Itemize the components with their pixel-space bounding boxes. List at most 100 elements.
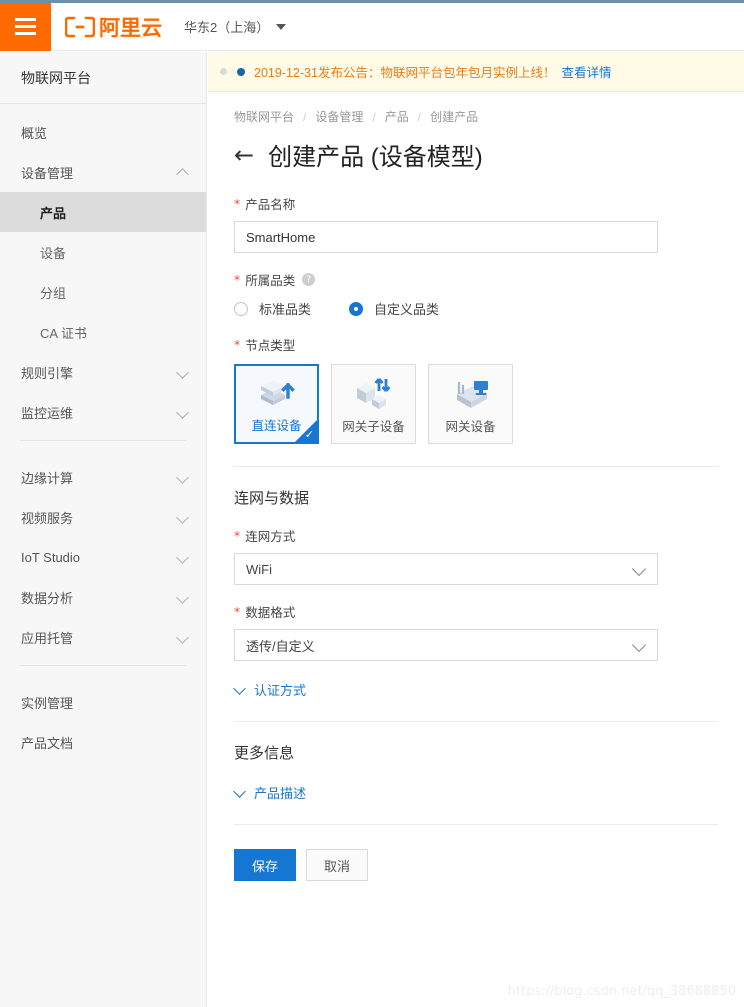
announcement-link[interactable]: 查看详情: [561, 62, 611, 81]
field-data-format: * 数据格式 透传/自定义: [234, 602, 718, 661]
aliyun-logo[interactable]: 阿里云: [64, 12, 162, 42]
sidebar-item-设备[interactable]: 设备: [0, 232, 206, 272]
network-section-title: 连网与数据: [234, 490, 310, 507]
net-type-select[interactable]: WiFi: [234, 553, 658, 585]
sidebar-item-label: 产品文档: [21, 735, 74, 751]
required-marker: *: [234, 337, 241, 352]
sidebar-group: 边缘计算视频服务 IoT Studio 数据分析应用托管: [0, 449, 206, 657]
sidebar-item-label: 监控运维: [21, 405, 74, 421]
sidebar-item-规则引擎[interactable]: 规则引擎: [0, 352, 206, 392]
node-type-label: 直连设备: [251, 419, 302, 433]
chevron-down-icon: [178, 552, 188, 562]
sidebar-item-label: 数据分析: [21, 590, 74, 606]
announcement-banner: 2019-12-31发布公告：物联网平台包年包月实例上线！ 查看详情: [208, 52, 744, 92]
sidebar-item-应用托管[interactable]: 应用托管: [0, 617, 206, 657]
sidebar-item-视频服务[interactable]: 视频服务: [0, 497, 206, 537]
chevron-down-icon: [276, 23, 287, 30]
chevron-down-icon: [178, 472, 188, 482]
label-text: 节点类型: [245, 339, 296, 353]
sidebar: 物联网平台 概览 设备管理 产品 设备 分组 CA 证书 规则引擎 监控运维 边缘计算 视频服务 I…: [0, 52, 207, 1007]
breadcrumb-item-2[interactable]: 产品: [385, 108, 409, 125]
sidebar-item-边缘计算[interactable]: 边缘计算: [0, 457, 206, 497]
question-icon[interactable]: ?: [302, 273, 316, 286]
sidebar-divider: [20, 440, 186, 441]
sidebar-item-label: 设备: [40, 245, 67, 261]
save-button[interactable]: 保存: [234, 849, 297, 881]
required-marker: *: [234, 272, 241, 287]
create-product-form: * 产品名称 SmartHome * 所属品类 ? 标准品类 自定义品类 * 节…: [208, 172, 744, 881]
breadcrumb-separator: /: [303, 109, 307, 124]
data-format-value: 透传/自定义: [246, 638, 315, 654]
region-label: 华东2（上海）: [184, 20, 270, 35]
sidebar-item-label: 分组: [40, 285, 67, 301]
sidebar-item-设备管理[interactable]: 设备管理: [0, 152, 206, 192]
back-arrow-icon[interactable]: ←: [234, 143, 254, 167]
sidebar-item-数据分析[interactable]: 数据分析: [0, 577, 206, 617]
page-header: ← 创建产品 (设备模型): [208, 125, 744, 172]
field-product-name: * 产品名称 SmartHome: [234, 194, 718, 253]
breadcrumb-item-1[interactable]: 设备管理: [315, 108, 363, 125]
node-type-label: 网关子设备: [342, 420, 405, 434]
node-type-card-gateway-device[interactable]: 网关设备: [428, 364, 513, 444]
chevron-down-icon: [178, 367, 188, 377]
carousel-dot-active-icon[interactable]: [237, 67, 245, 76]
label-text: 产品名称: [245, 198, 296, 212]
product-name-input[interactable]: SmartHome: [234, 221, 658, 253]
sidebar-item-分组[interactable]: 分组: [0, 272, 206, 312]
product-desc-label: 产品描述: [254, 786, 307, 801]
breadcrumb: 物联网平台 / 设备管理 / 产品 / 创建产品: [208, 92, 744, 125]
sidebar-item-产品[interactable]: 产品: [0, 192, 206, 232]
product-desc-collapse-toggle[interactable]: 产品描述: [234, 781, 718, 802]
node-type-card-gateway-subdevice[interactable]: 网关子设备: [331, 364, 416, 444]
radio-standard-category[interactable]: 标准品类: [234, 299, 311, 318]
breadcrumb-separator: /: [417, 109, 422, 124]
more-section-title: 更多信息: [234, 745, 295, 762]
sidebar-item-label: 概览: [21, 125, 48, 141]
net-type-value: WiFi: [246, 561, 272, 577]
section-divider: [234, 466, 718, 467]
sidebar-item-label: 边缘计算: [21, 470, 74, 486]
chevron-down-icon: [234, 787, 246, 799]
sidebar-item-label: 规则引擎: [21, 365, 74, 381]
carousel-dot-inactive-icon[interactable]: [220, 68, 227, 75]
data-format-select[interactable]: 透传/自定义: [234, 629, 658, 661]
label-product-name: * 产品名称: [234, 194, 718, 213]
product-name-value: SmartHome: [246, 229, 316, 245]
section-divider: [234, 721, 718, 722]
sidebar-item-label: 实例管理: [21, 695, 74, 711]
chevron-up-icon: [178, 167, 188, 177]
sidebar-item-label: 视频服务: [21, 510, 74, 526]
radio-custom-category[interactable]: 自定义品类: [349, 299, 439, 318]
label-data-format: * 数据格式: [234, 602, 718, 621]
sidebar-item-CA-证书[interactable]: CA 证书: [0, 312, 206, 352]
sidebar-item-IoT-Studio[interactable]: IoT Studio: [0, 537, 206, 577]
radio-label: 自定义品类: [374, 302, 440, 317]
sidebar-item-概览[interactable]: 概览: [0, 112, 206, 152]
sidebar-item-label: CA 证书: [40, 325, 87, 341]
node-type-cards: 直连设备 ✓ 网关子设备 网关设备: [234, 362, 718, 444]
sidebar-item-产品文档[interactable]: 产品文档: [0, 722, 206, 762]
required-marker: *: [234, 528, 241, 543]
region-selector[interactable]: 华东2（上海）: [184, 17, 287, 36]
sidebar-item-label: 应用托管: [21, 630, 74, 646]
sidebar-item-实例管理[interactable]: 实例管理: [0, 682, 206, 722]
sidebar-item-监控运维[interactable]: 监控运维: [0, 392, 206, 432]
node-type-label: 网关设备: [445, 420, 496, 434]
form-actions: 保存 取消: [234, 845, 718, 881]
label-category: * 所属品类 ?: [234, 270, 718, 289]
gateway-device-icon: [449, 372, 493, 416]
cancel-button[interactable]: 取消: [306, 849, 369, 881]
direct-device-icon: [255, 371, 299, 415]
label-text: 所属品类: [245, 274, 296, 288]
auth-method-collapse-toggle[interactable]: 认证方式: [234, 678, 718, 699]
aliyun-logo-text: 阿里云: [99, 15, 162, 40]
hamburger-menu-icon[interactable]: [0, 2, 51, 51]
node-type-card-direct-device[interactable]: 直连设备 ✓: [234, 364, 319, 444]
label-net-type: * 连网方式: [234, 526, 718, 545]
required-marker: *: [234, 196, 241, 211]
sidebar-item-label: 设备管理: [21, 165, 74, 181]
chevron-down-icon: [234, 684, 246, 696]
breadcrumb-item-0[interactable]: 物联网平台: [234, 108, 294, 125]
gateway-subdevice-icon: [352, 372, 396, 416]
check-icon: ✓: [304, 428, 314, 441]
